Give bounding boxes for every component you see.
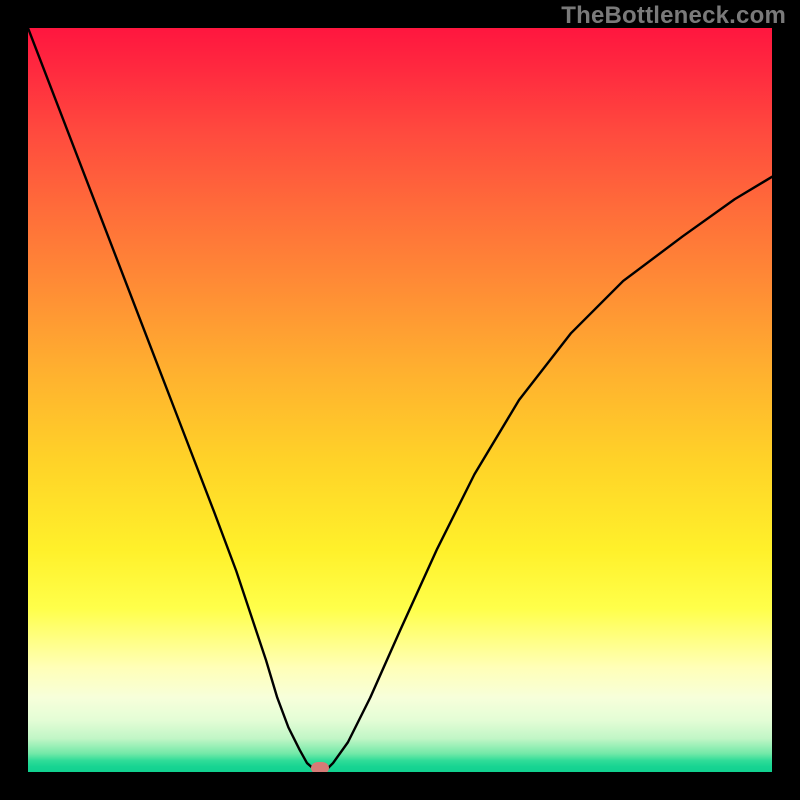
curve-svg — [28, 28, 772, 772]
plot-area — [28, 28, 772, 772]
watermark-text: TheBottleneck.com — [561, 2, 786, 30]
bottleneck-curve — [28, 28, 772, 768]
outer-frame: TheBottleneck.com — [0, 0, 800, 800]
optimum-marker — [311, 762, 329, 772]
